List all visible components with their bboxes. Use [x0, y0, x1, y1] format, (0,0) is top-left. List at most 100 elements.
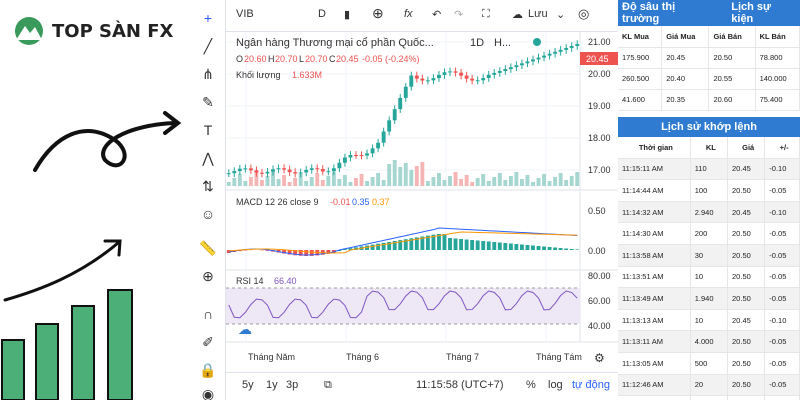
month-label: Tháng Tám	[536, 352, 582, 362]
volume-bar	[387, 164, 392, 186]
macd-bar	[459, 239, 464, 250]
volume-bar	[536, 178, 541, 186]
volume-bar	[453, 172, 458, 186]
table-row: 11:13:05 AM 500 20.50 -0.05	[618, 352, 800, 375]
trade-history-title: Lịch sử khớp lệnh	[618, 116, 800, 137]
macd-tick: 0.50	[588, 206, 606, 216]
candle	[437, 74, 441, 79]
zoom-in-icon[interactable]: ⊕	[198, 266, 218, 286]
candle	[453, 71, 458, 73]
table-cell: 100	[690, 179, 729, 202]
chevron-down-icon[interactable]: ⌄	[556, 8, 565, 21]
brush-icon[interactable]: ✎	[198, 92, 218, 112]
volume-bars	[226, 160, 580, 186]
macd-bar	[531, 245, 535, 250]
candle	[431, 78, 436, 81]
magnet-icon[interactable]: ∩	[198, 304, 218, 324]
month-label: Tháng 6	[346, 352, 379, 362]
candle	[392, 109, 397, 121]
auto-toggle[interactable]: tự động	[572, 379, 610, 391]
redo-icon[interactable]: ↷	[454, 8, 463, 21]
candle-type-icon[interactable]: ▮	[344, 8, 350, 21]
symbol-label[interactable]: VIB	[236, 8, 254, 20]
table-cell: -0.05	[764, 374, 800, 397]
volume-bar	[354, 178, 358, 186]
volume-bar	[431, 177, 436, 186]
volume-bar	[304, 181, 309, 186]
candle	[243, 168, 248, 170]
signal-line	[228, 231, 578, 254]
text-icon[interactable]: T	[198, 120, 218, 140]
table-cell: 11:13:58 AM	[618, 244, 691, 267]
table-cell: 11:12:40 AM	[618, 395, 691, 400]
goto-date-icon[interactable]: ⧉	[324, 379, 332, 392]
candle	[470, 78, 475, 81]
fullscreen-icon[interactable]: ⛶	[482, 8, 490, 21]
lock-icon[interactable]: 🔒	[198, 360, 218, 380]
log-toggle[interactable]: log	[548, 379, 563, 391]
candle	[575, 44, 580, 47]
candle	[409, 75, 414, 87]
volume-bar	[403, 163, 408, 186]
range-3p[interactable]: 3p	[286, 379, 298, 391]
volume-bar	[293, 178, 298, 186]
col-header: KL Mua	[618, 26, 663, 48]
table-header-row: KL Mua Giá Mua Giá Bán KL Bán	[618, 26, 800, 48]
market-panel: Độ sâu thị trường Lịch sự kiện KL Mua Gi…	[618, 0, 800, 400]
volume-bar	[464, 175, 469, 186]
table-cell: 20.50	[727, 244, 766, 267]
crosshair-icon[interactable]: +	[198, 8, 218, 28]
fib-icon[interactable]: ⋔	[198, 64, 218, 84]
table-cell: 20.50	[727, 330, 766, 353]
macd-bar	[525, 245, 530, 250]
chart-area[interactable]: 20.45 21.00 20.00 19.00 18.00 17.00 0.50…	[226, 32, 618, 372]
volume-bar	[243, 181, 248, 186]
ohlc-open: 20.60	[244, 54, 267, 64]
volume-bar	[475, 178, 480, 186]
volume-bar	[381, 180, 386, 186]
ruler-icon[interactable]: 📏	[198, 238, 218, 258]
table-cell: 75.400	[755, 89, 800, 111]
table-cell: -0.05	[764, 330, 800, 353]
macd-bar	[564, 248, 569, 250]
trendline-icon[interactable]: ╱	[198, 36, 218, 56]
volume-bar	[420, 162, 425, 186]
candle	[442, 72, 447, 75]
candle	[553, 51, 558, 54]
tab-events[interactable]: Lịch sự kiện	[727, 1, 800, 25]
lock-drawing-icon[interactable]: ✐	[198, 332, 218, 352]
undo-icon[interactable]: ↶	[432, 8, 441, 21]
volume-bar	[508, 176, 513, 186]
camera-icon[interactable]: ◎	[578, 6, 589, 22]
eye-icon[interactable]: ◉	[198, 384, 218, 400]
macd-histogram	[226, 234, 580, 256]
volume-bar	[497, 173, 502, 186]
table-cell: 11:13:05 AM	[618, 352, 691, 375]
candle	[542, 55, 546, 58]
candle	[425, 80, 430, 82]
table-cell: 140.000	[755, 68, 800, 90]
add-indicator-icon[interactable]: ⊕	[372, 5, 384, 22]
settings-icon[interactable]: ⚙	[594, 351, 605, 365]
range-1y[interactable]: 1y	[266, 379, 278, 391]
macd-tick: 0.00	[588, 246, 606, 256]
save-button[interactable]: Lưu	[528, 8, 548, 20]
pattern-icon[interactable]: ⋀	[198, 148, 218, 168]
candle	[398, 97, 403, 110]
candle	[342, 157, 347, 163]
prediction-icon[interactable]: ⇅	[198, 176, 218, 196]
volume-bar	[237, 174, 242, 186]
range-5y[interactable]: 5y	[242, 379, 254, 391]
table-row: 11:12:46 AM 20 20.50 -0.05	[618, 374, 800, 397]
table-cell: 20.50	[727, 287, 766, 310]
macd-bar	[569, 249, 574, 250]
interval-button[interactable]: D	[318, 8, 326, 20]
candle	[503, 69, 508, 71]
table-row: 11:14:32 AM 2.940 20.45 -0.10	[618, 201, 800, 224]
tab-market-depth[interactable]: Độ sâu thị trường	[618, 1, 719, 25]
candle	[226, 173, 231, 175]
volume-bar	[398, 167, 403, 186]
indicators-icon[interactable]: fx	[404, 8, 413, 20]
percent-toggle[interactable]: %	[526, 379, 536, 391]
emoji-icon[interactable]: ☺	[198, 204, 218, 224]
